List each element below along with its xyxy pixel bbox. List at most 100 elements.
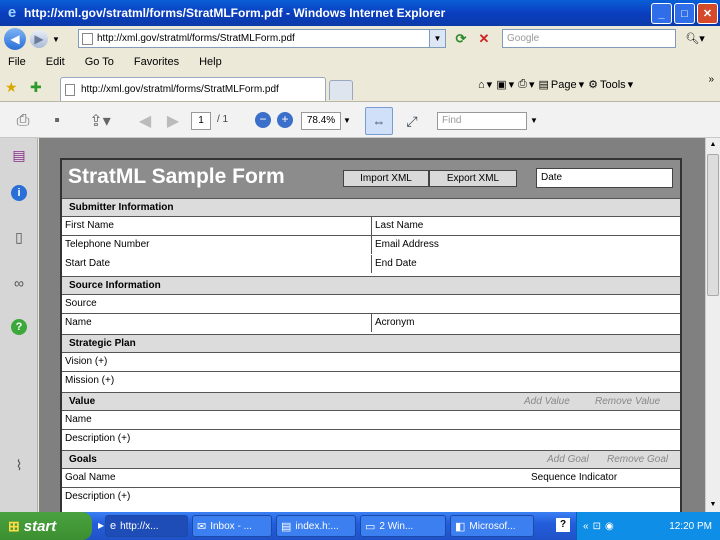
task-label: 2 Win... (379, 520, 414, 532)
zoom-input[interactable]: 78.4% (301, 112, 341, 130)
command-bar: ⌂ ▾ ▣ ▾ ⎙ ▾ ▤ Page ▾ ⚙ Tools ▾ (478, 78, 633, 91)
new-tab-button[interactable] (329, 80, 353, 100)
stop-button[interactable]: ✕ (474, 29, 494, 48)
value-name-field[interactable]: Name (65, 414, 92, 425)
sequence-indicator-field[interactable]: Sequence Indicator (531, 472, 617, 483)
start-button[interactable]: ⊞ start (0, 512, 92, 540)
task-item-index[interactable]: ▤ index.h:... (276, 515, 356, 537)
scroll-up-icon[interactable]: ▲ (706, 138, 720, 152)
add-favorite-icon[interactable]: ✚ (30, 79, 42, 96)
zoom-dropdown-icon[interactable]: ▼ (343, 116, 351, 125)
form-row: Name (62, 411, 680, 430)
acronym-field[interactable]: Acronym (375, 317, 414, 328)
find-dropdown-icon[interactable]: ▼ (530, 116, 538, 125)
scroll-down-icon[interactable]: ▼ (706, 498, 720, 512)
add-goal-button[interactable]: Add Goal (547, 454, 589, 465)
source-heading: Source Information (69, 280, 161, 291)
more-commands-button[interactable]: » (708, 74, 714, 85)
date-field[interactable]: Date (536, 168, 673, 188)
volume-icon[interactable]: ◉ (605, 521, 614, 532)
import-xml-button[interactable]: Import XML (343, 170, 429, 187)
task-label: http://x... (120, 520, 159, 532)
taskbar: ⊞ start ▸ e http://x... ✉ Inbox - ... ▤ … (0, 512, 720, 540)
info-icon[interactable]: i (10, 184, 28, 202)
title-bar: e http://xml.gov/stratml/forms/StratMLFo… (0, 0, 720, 26)
remove-value-button[interactable]: Remove Value (595, 396, 660, 407)
task-label: index.h:... (295, 520, 339, 532)
goal-name-field[interactable]: Goal Name (65, 472, 116, 483)
goal-description-field[interactable]: Description (+) (65, 491, 130, 502)
favorites-star-icon[interactable]: ★ (5, 79, 18, 96)
network-icon[interactable]: ⊡ (593, 521, 601, 532)
task-item-ie[interactable]: e http://x... (105, 515, 188, 537)
find-input[interactable]: Find (437, 112, 527, 130)
feeds-button[interactable]: ▣ ▾ (496, 78, 514, 91)
tray-expand-icon[interactable]: « (583, 521, 589, 532)
back-button[interactable]: ◀ (4, 28, 26, 50)
vision-field[interactable]: Vision (+) (65, 356, 107, 367)
attachment-icon[interactable]: ⌇ (10, 456, 28, 474)
quicklaunch-icon[interactable]: ▸ (98, 518, 104, 532)
url-dropdown-icon[interactable]: ▼ (429, 30, 445, 47)
home-icon: ⌂ (478, 78, 485, 91)
tab-bar: ★ ✚ http://xml.gov/stratml/forms/StratML… (0, 72, 720, 102)
close-button[interactable]: ✕ (697, 3, 718, 24)
task-item-inbox[interactable]: ✉ Inbox - ... (192, 515, 272, 537)
forward-button[interactable]: ▶ (30, 30, 48, 48)
history-dropdown-icon[interactable]: ▼ (52, 35, 60, 44)
remove-goal-button[interactable]: Remove Goal (607, 454, 668, 465)
pdf-save-icon[interactable]: ▪ (46, 111, 68, 131)
export-xml-button[interactable]: Export XML (429, 170, 517, 187)
search-button[interactable]: 🔍︎ ▾ (680, 29, 710, 48)
first-name-field[interactable]: First Name (65, 220, 114, 231)
zoom-out-button[interactable]: − (255, 112, 271, 128)
minimize-button[interactable]: _ (651, 3, 672, 24)
help-tray-icon[interactable]: ? (556, 518, 570, 532)
fit-width-button[interactable]: ⇔ (365, 107, 393, 135)
pages-icon[interactable]: ▤ (10, 146, 28, 164)
task-item-microsoft[interactable]: ◧ Microsof... (450, 515, 534, 537)
name-field[interactable]: Name (65, 317, 92, 328)
refresh-button[interactable]: ⟳ (451, 29, 471, 48)
scroll-thumb[interactable] (707, 154, 719, 296)
value-description-field[interactable]: Description (+) (65, 433, 130, 444)
email-field[interactable]: Email Address (375, 239, 439, 250)
tab-active[interactable]: http://xml.gov/stratml/forms/StratMLForm… (60, 77, 326, 101)
end-date-field[interactable]: End Date (375, 258, 417, 269)
folder-task-icon: ▭ (365, 520, 376, 533)
maximize-button[interactable]: □ (674, 3, 695, 24)
url-field[interactable]: http://xml.gov/stratml/forms/StratMLForm… (78, 29, 446, 48)
pdf-print-icon[interactable]: ⎙ (12, 111, 34, 131)
source-field[interactable]: Source (65, 298, 97, 309)
window-title: http://xml.gov/stratml/forms/StratMLForm… (24, 6, 446, 20)
tools-menu[interactable]: ⚙ Tools ▾ (588, 78, 633, 92)
zoom-in-button[interactable]: + (277, 112, 293, 128)
print-button[interactable]: ⎙ ▾ (518, 78, 534, 91)
page-menu[interactable]: ▤ Page ▾ (538, 78, 584, 92)
last-name-field[interactable]: Last Name (375, 220, 423, 231)
mission-field[interactable]: Mission (+) (65, 375, 114, 386)
menu-favorites[interactable]: Favorites (134, 56, 179, 68)
start-date-field[interactable]: Start Date (65, 258, 110, 269)
fit-page-button[interactable]: ⤢ (402, 110, 422, 132)
document-area: StratML Sample Form Import XML Export XM… (39, 138, 705, 512)
menu-edit[interactable]: Edit (46, 56, 65, 68)
vertical-scrollbar[interactable]: ▲ ▼ (705, 138, 720, 512)
add-value-button[interactable]: Add Value (524, 396, 570, 407)
pdf-share-icon[interactable]: ⇪▾ (86, 111, 114, 131)
page-menu-label: Page (550, 78, 577, 91)
task-item-windows[interactable]: ▭ 2 Win... (360, 515, 446, 537)
previous-page-icon[interactable]: ◀ (135, 111, 155, 131)
menu-help[interactable]: Help (199, 56, 222, 68)
document-icon[interactable]: ▯ (10, 228, 28, 246)
page-number-input[interactable]: 1 (191, 112, 211, 130)
home-button[interactable]: ⌂ ▾ (478, 78, 492, 92)
menu-file[interactable]: File (8, 56, 26, 68)
binoculars-icon[interactable]: ∞ (10, 274, 28, 292)
next-page-icon[interactable]: ▶ (163, 111, 183, 131)
clock[interactable]: 12:20 PM (669, 521, 712, 532)
search-input[interactable]: Google (502, 29, 676, 48)
telephone-field[interactable]: Telephone Number (65, 239, 150, 250)
help-icon[interactable]: ? (10, 318, 28, 336)
menu-goto[interactable]: Go To (85, 56, 114, 68)
